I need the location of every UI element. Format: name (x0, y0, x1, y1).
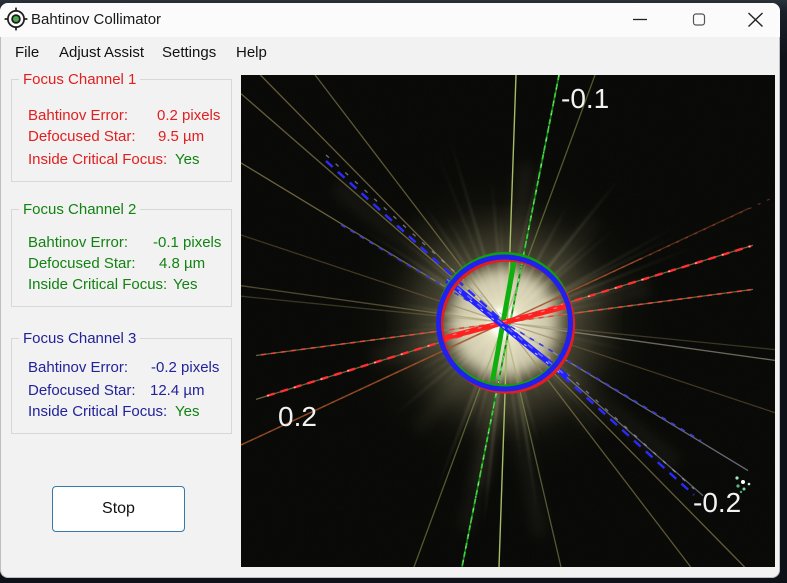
svg-text:0.2: 0.2 (278, 401, 317, 432)
svg-text:-0.2: -0.2 (693, 487, 741, 518)
svg-text:-0.1: -0.1 (561, 83, 609, 114)
